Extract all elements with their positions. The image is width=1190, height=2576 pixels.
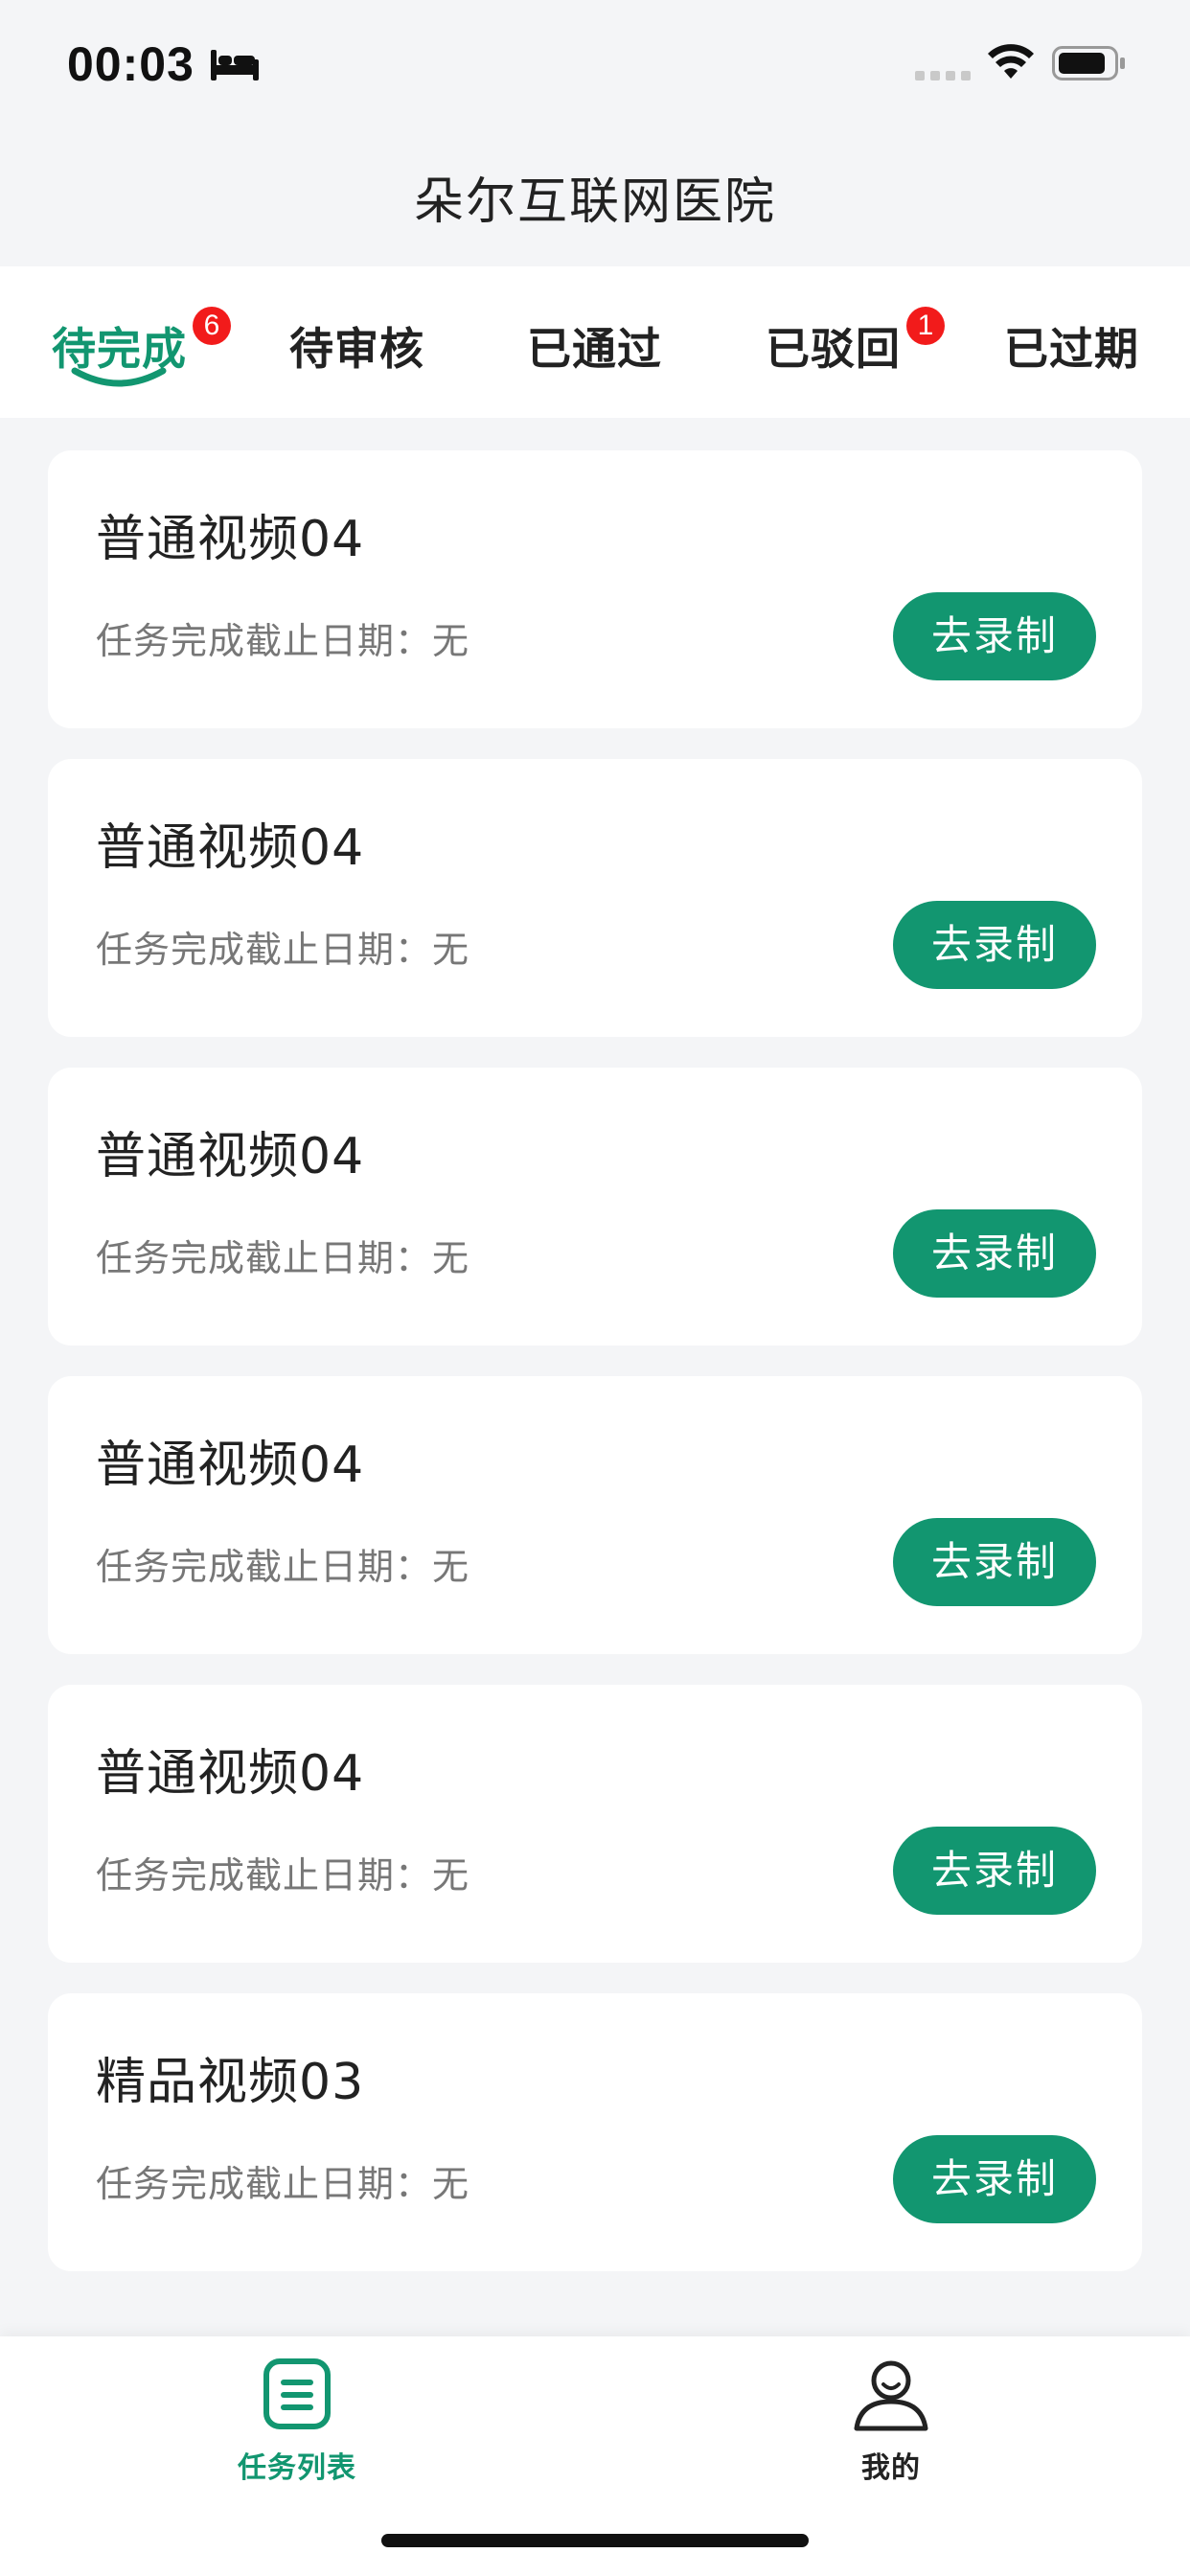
status-bar: 00:03 bbox=[0, 0, 1190, 125]
page-title: 朵尔互联网医院 bbox=[413, 173, 776, 231]
battery-icon bbox=[1052, 46, 1125, 80]
task-deadline: 任务完成截止日期：无 bbox=[96, 1546, 470, 1588]
record-button[interactable]: 去录制 bbox=[893, 592, 1096, 680]
tabbar-label: 任务列表 bbox=[238, 2451, 356, 2485]
tab-approved[interactable]: 已通过 bbox=[527, 314, 662, 378]
wifi-icon bbox=[988, 44, 1034, 79]
record-button[interactable]: 去录制 bbox=[893, 1518, 1096, 1606]
status-time: 00:03 bbox=[67, 37, 195, 91]
task-card[interactable]: 普通视频04 任务完成截止日期：无 去录制 bbox=[48, 450, 1142, 728]
tab-rejected[interactable]: 已驳回 bbox=[766, 314, 901, 378]
task-card[interactable]: 精品视频03 任务完成截止日期：无 去录制 bbox=[48, 1993, 1142, 2271]
tab-label: 已驳回 bbox=[766, 323, 901, 375]
tab-badge: 1 bbox=[906, 307, 945, 345]
task-deadline: 任务完成截止日期：无 bbox=[96, 929, 470, 971]
task-title: 普通视频04 bbox=[96, 1437, 365, 1494]
task-deadline: 任务完成截止日期：无 bbox=[96, 2163, 470, 2205]
tabbar-label: 我的 bbox=[861, 2451, 921, 2485]
task-card[interactable]: 普通视频04 任务完成截止日期：无 去录制 bbox=[48, 1685, 1142, 1963]
tab-active-indicator bbox=[71, 367, 167, 387]
cellular-signal-icon bbox=[915, 71, 971, 80]
task-card[interactable]: 普通视频04 任务完成截止日期：无 去录制 bbox=[48, 1376, 1142, 1654]
bottom-tab-bar: 任务列表 我的 bbox=[0, 2336, 1190, 2576]
tabbar-item-task-list[interactable]: 任务列表 bbox=[201, 2354, 393, 2486]
tab-badge: 6 bbox=[193, 307, 231, 345]
tab-under-review[interactable]: 待审核 bbox=[289, 314, 424, 378]
record-button[interactable]: 去录制 bbox=[893, 2135, 1096, 2223]
task-title: 普通视频04 bbox=[96, 1128, 365, 1185]
task-deadline: 任务完成截止日期：无 bbox=[96, 1854, 470, 1897]
task-deadline: 任务完成截止日期：无 bbox=[96, 1237, 470, 1279]
tab-expired[interactable]: 已过期 bbox=[1004, 314, 1139, 378]
record-button[interactable]: 去录制 bbox=[893, 1827, 1096, 1915]
task-card[interactable]: 普通视频04 任务完成截止日期：无 去录制 bbox=[48, 1068, 1142, 1346]
task-card[interactable]: 普通视频04 任务完成截止日期：无 去录制 bbox=[48, 759, 1142, 1037]
bed-icon bbox=[211, 50, 259, 80]
task-deadline: 任务完成截止日期：无 bbox=[96, 620, 470, 662]
status-tabs: 待完成 6 待审核 已通过 已驳回 1 已过期 bbox=[0, 266, 1190, 418]
tab-label: 待审核 bbox=[289, 323, 424, 375]
profile-icon bbox=[854, 2360, 928, 2431]
record-button[interactable]: 去录制 bbox=[893, 901, 1096, 989]
task-list-icon bbox=[263, 2358, 331, 2429]
record-button[interactable]: 去录制 bbox=[893, 1209, 1096, 1298]
tab-label: 已过期 bbox=[1004, 323, 1139, 375]
task-title: 普通视频04 bbox=[96, 1745, 365, 1803]
home-indicator[interactable] bbox=[381, 2534, 809, 2547]
tab-label: 已通过 bbox=[527, 323, 662, 375]
tabbar-item-profile[interactable]: 我的 bbox=[795, 2354, 987, 2486]
task-title: 精品视频03 bbox=[96, 2054, 365, 2111]
task-title: 普通视频04 bbox=[96, 819, 365, 877]
task-title: 普通视频04 bbox=[96, 511, 365, 568]
